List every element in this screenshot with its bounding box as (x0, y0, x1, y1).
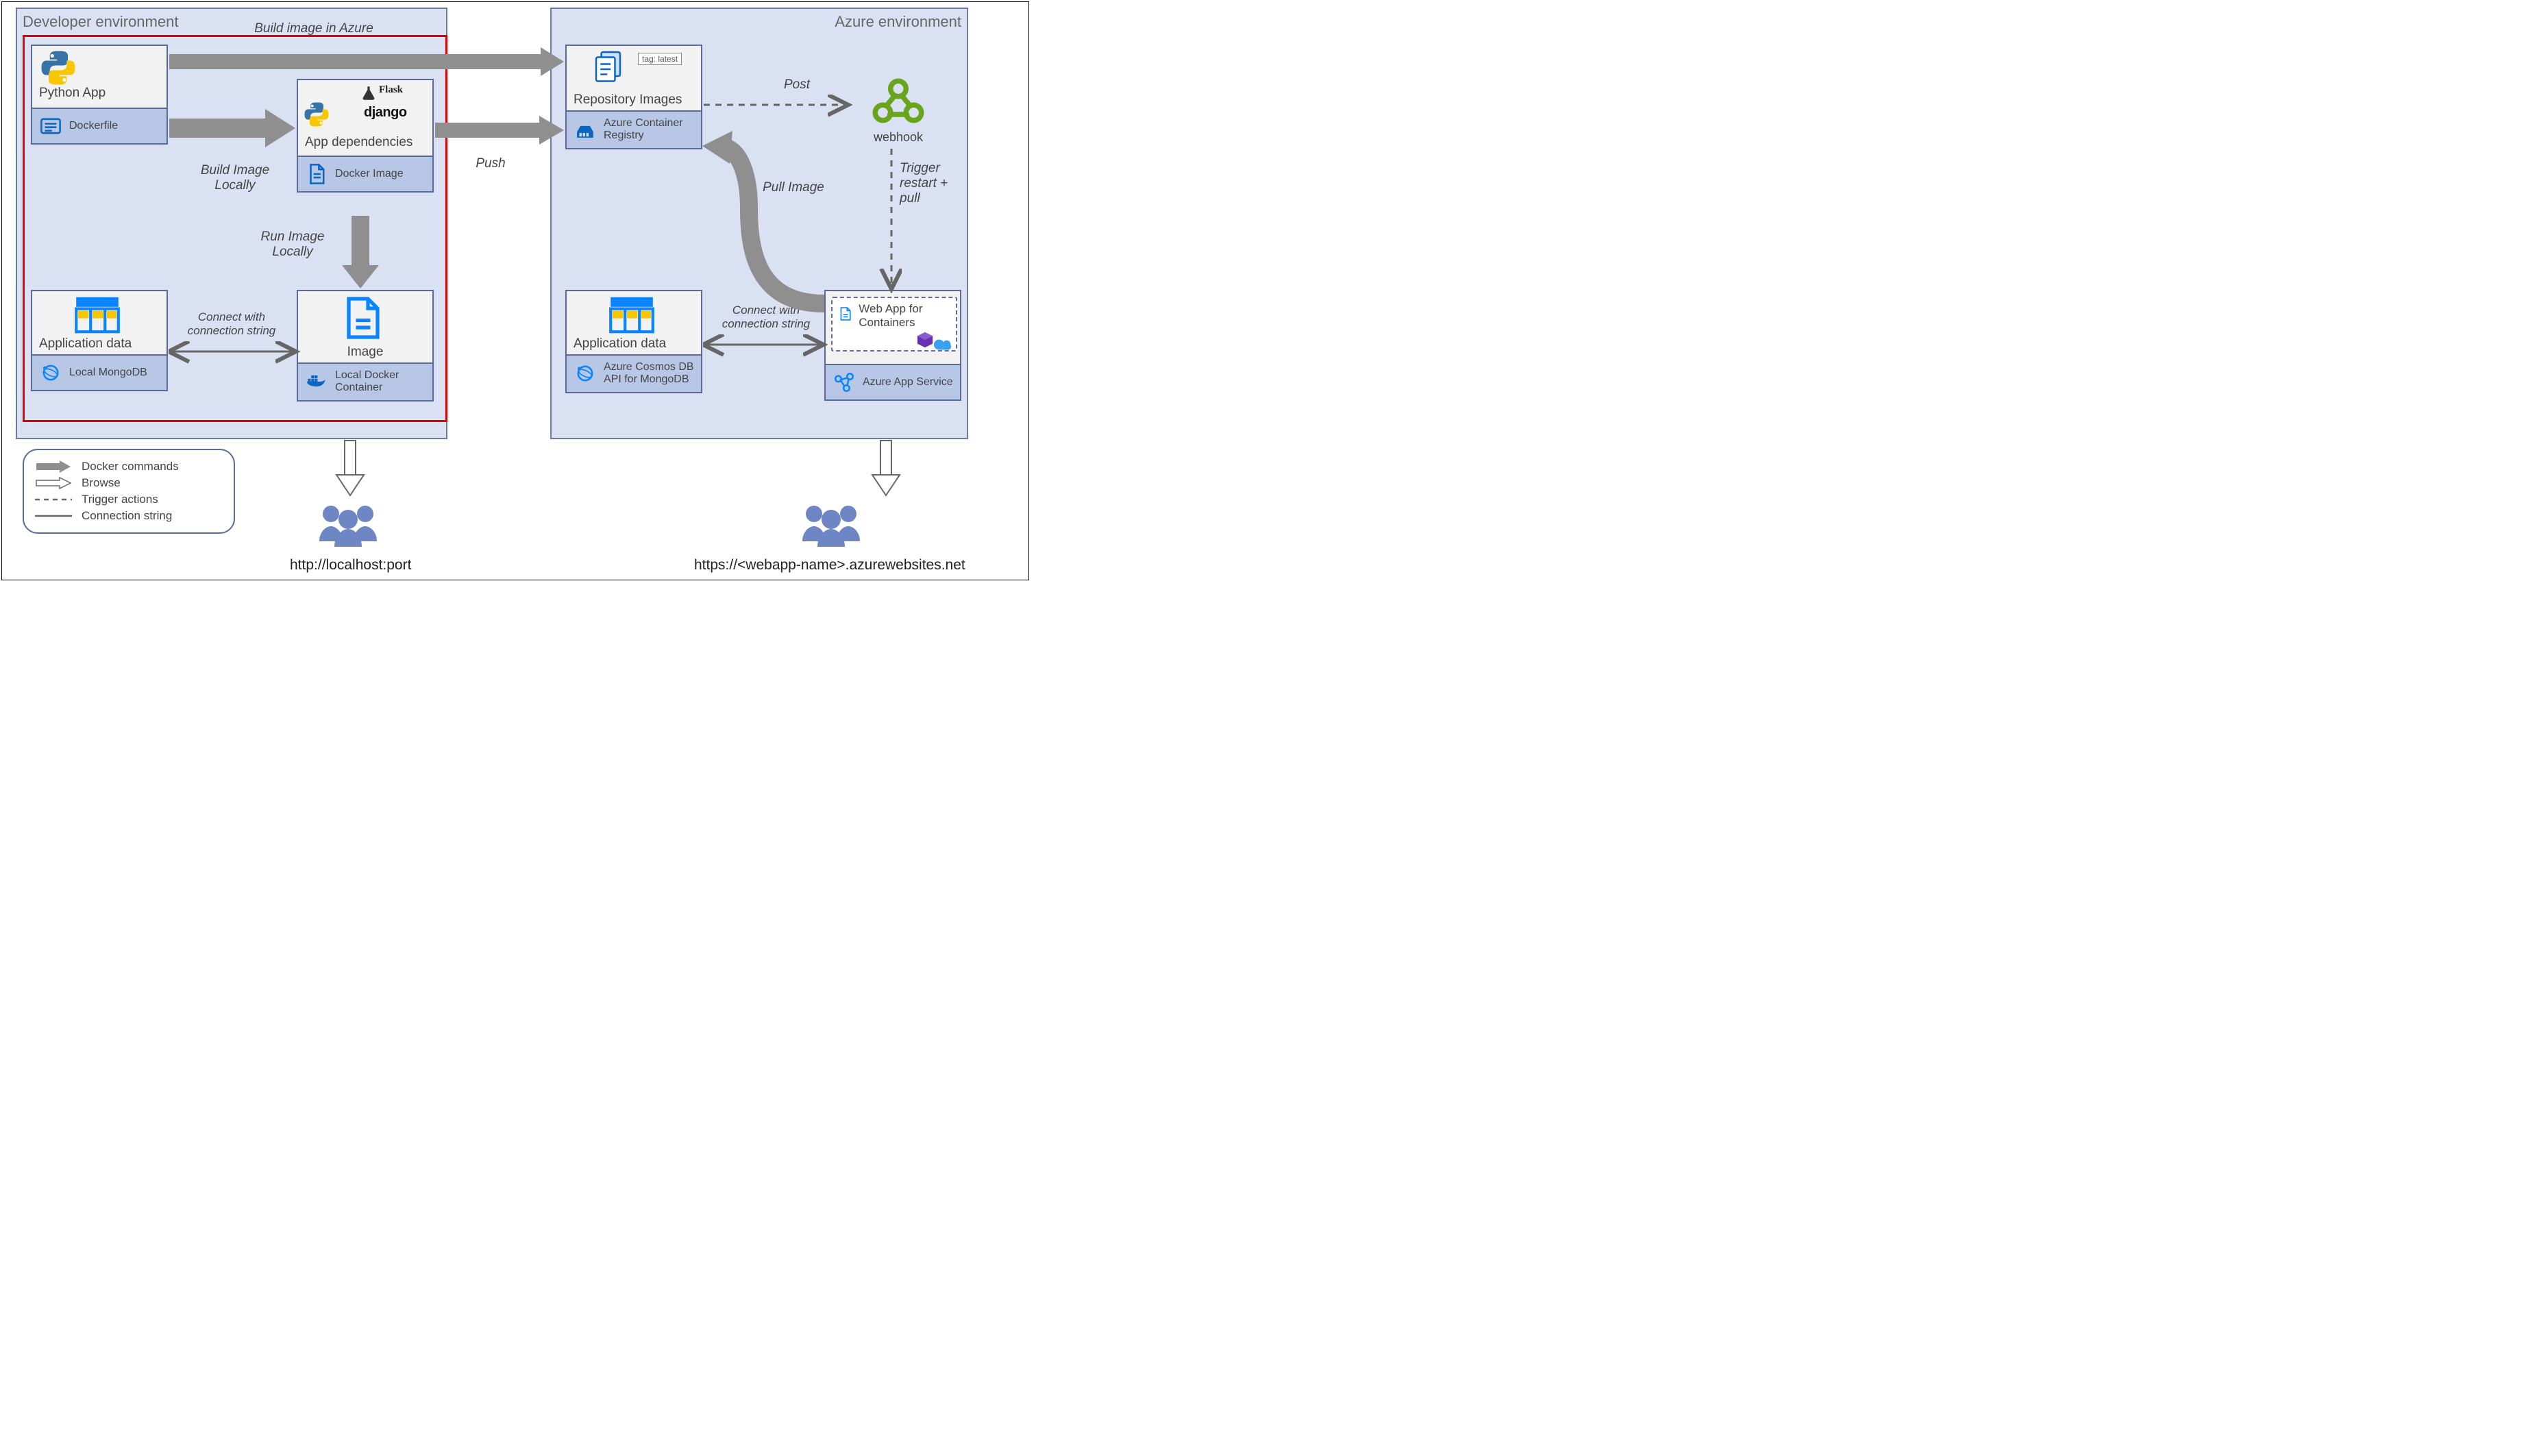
flask-label: Flask (379, 84, 403, 96)
legend-row-trigger: Trigger actions (34, 493, 224, 506)
cosmos-db-icon (39, 361, 62, 384)
webapp-inner-box: Web App for Containers (831, 297, 957, 351)
flask-icon (360, 84, 378, 102)
legend-solid-arrow-icon (34, 460, 73, 473)
card-app-data-az-title: Application data (574, 336, 694, 351)
legend-docker-label: Docker commands (82, 460, 179, 473)
documents-icon (587, 49, 632, 90)
arrow-push (435, 116, 564, 145)
docker-whale-icon (305, 370, 328, 393)
diagram-canvas: Developer environment Azure environment … (1, 1, 1029, 580)
arrow-browse-azure (872, 441, 900, 495)
ann-post: Post (769, 77, 824, 92)
legend-dashed-line-icon (34, 493, 73, 506)
url-localhost: http://localhost:port (290, 557, 411, 573)
legend-row-conn: Connection string (34, 509, 224, 523)
cloud-icon (933, 338, 953, 351)
docker-image-file-icon (305, 162, 328, 186)
card-python-app-title: Python App (39, 86, 160, 101)
card-image-footer: Local Docker Container (335, 369, 426, 395)
webhook-label: webhook (857, 130, 939, 145)
ann-build-locally: Build Image Locally (194, 163, 276, 193)
python-icon (302, 101, 331, 128)
webhook-block: webhook (857, 76, 939, 145)
legend-conn-label: Connection string (82, 509, 172, 523)
card-app-data-dev: Application data Local MongoDB (31, 290, 168, 391)
card-app-data-az-footer: Azure Cosmos DB API for MongoDB (604, 361, 694, 386)
legend-box: Docker commands Browse Trigger actions C… (23, 449, 235, 534)
legend-row-docker: Docker commands (34, 460, 224, 473)
env-azure-label: Azure environment (835, 13, 961, 31)
users-azure-icon (790, 499, 872, 547)
ann-trigger: Trigger restart + pull (900, 161, 968, 206)
webapp-file-icon (838, 302, 853, 325)
cosmos-db-icon (574, 362, 597, 385)
ann-push: Push (460, 156, 521, 171)
tag-latest-badge: tag: latest (638, 53, 682, 65)
file-icon (339, 294, 387, 342)
legend-solid-line-icon (34, 509, 73, 523)
card-app-data-dev-title: Application data (39, 336, 160, 351)
table-icon (73, 295, 121, 334)
env-developer-label: Developer environment (23, 13, 178, 31)
ann-conn-dev: Connect with connection string (173, 310, 290, 337)
card-python-app-footer: Dockerfile (69, 120, 118, 132)
card-image: Image Local Docker Container (297, 290, 434, 402)
legend-hollow-arrow-icon (34, 476, 73, 490)
card-webapp-footer: Azure App Service (863, 376, 953, 388)
card-webapp: Web App for Containers Azure App Service (824, 290, 961, 401)
app-service-icon (833, 371, 856, 394)
card-repo-images-title: Repository Images (574, 92, 694, 108)
card-app-deps-footer: Docker Image (335, 168, 404, 180)
card-repo-images-footer: Azure Container Registry (604, 117, 694, 143)
python-icon (38, 49, 79, 87)
webhook-icon (871, 76, 926, 125)
users-local-icon (307, 499, 389, 547)
card-app-data-dev-footer: Local MongoDB (69, 367, 147, 379)
card-repo-images: tag: latest Repository Images Azure Cont… (565, 45, 702, 149)
card-app-deps: Flask django App dependencies Docker Ima… (297, 79, 434, 193)
card-app-data-az: Application data Azure Cosmos DB API for… (565, 290, 702, 393)
legend-browse-label: Browse (82, 476, 121, 490)
acr-icon (574, 118, 597, 141)
django-label: django (364, 105, 407, 121)
card-python-app: Python App Dockerfile (31, 45, 168, 145)
ann-run-locally: Run Image Locally (258, 230, 327, 260)
legend-row-browse: Browse (34, 476, 224, 490)
arrow-browse-local (336, 441, 364, 495)
webapp-inner-label: Web App for Containers (859, 302, 950, 329)
legend-trigger-label: Trigger actions (82, 493, 158, 506)
ann-conn-az: Connect with connection string (715, 304, 817, 330)
dockerfile-icon (39, 114, 62, 138)
ann-pull-image: Pull Image (756, 180, 831, 195)
card-image-title: Image (305, 345, 426, 360)
url-azure: https://<webapp-name>.azurewebsites.net (694, 557, 965, 573)
card-app-deps-title: App dependencies (305, 135, 426, 150)
table-icon (608, 295, 656, 334)
ann-build-in-azure: Build image in Azure (228, 21, 399, 36)
